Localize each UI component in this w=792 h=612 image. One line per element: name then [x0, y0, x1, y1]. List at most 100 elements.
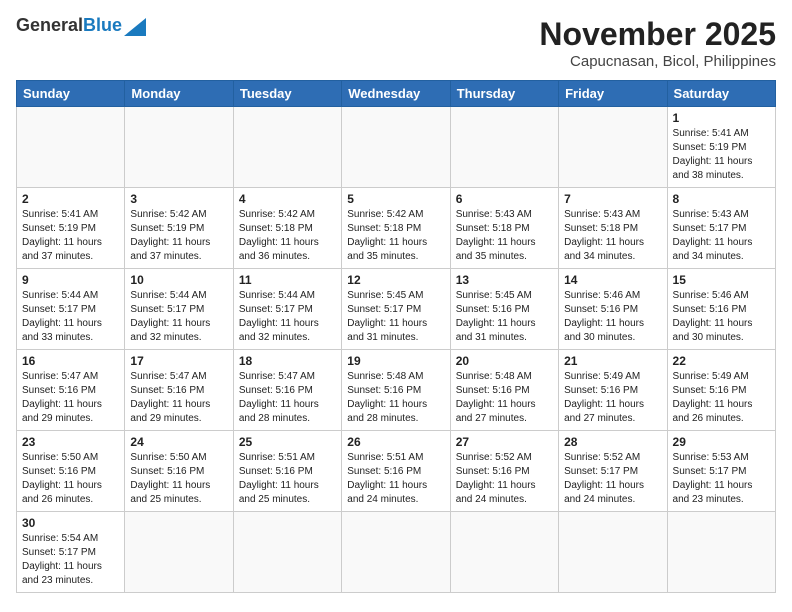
cell-sun-info: Sunrise: 5:52 AMSunset: 5:17 PMDaylight:…: [564, 451, 661, 507]
cell-sun-info: Sunrise: 5:53 AMSunset: 5:17 PMDaylight:…: [673, 451, 770, 507]
weekday-header-saturday: Saturday: [667, 81, 775, 107]
weekday-header-sunday: Sunday: [17, 81, 125, 107]
calendar-cell: 22 Sunrise: 5:49 AMSunset: 5:16 PMDayligh…: [667, 350, 775, 431]
day-number: 13: [456, 273, 553, 287]
logo-text: GeneralBlue: [16, 16, 122, 36]
calendar-cell: [342, 512, 450, 593]
week-row-6: 30 Sunrise: 5:54 AMSunset: 5:17 PMDayligh…: [17, 512, 776, 593]
day-number: 3: [130, 192, 227, 206]
calendar-cell: 7Sunrise: 5:43 AMSunset: 5:18 PMDaylight…: [559, 188, 667, 269]
cell-sun-info: Sunrise: 5:52 AMSunset: 5:16 PMDaylight:…: [456, 451, 553, 507]
day-number: 12: [347, 273, 444, 287]
day-number: 1: [673, 111, 770, 125]
weekday-header-tuesday: Tuesday: [233, 81, 341, 107]
cell-sun-info: Sunrise: 5:47 AMSunset: 5:16 PMDaylight:…: [239, 370, 336, 426]
cell-sun-info: Sunrise: 5:54 AMSunset: 5:17 PMDaylight:…: [22, 532, 119, 588]
calendar-cell: 28Sunrise: 5:52 AMSunset: 5:17 PMDayligh…: [559, 431, 667, 512]
calendar-cell: 17 Sunrise: 5:47 AMSunset: 5:16 PMDayligh…: [125, 350, 233, 431]
cell-sun-info: Sunrise: 5:47 AMSunset: 5:16 PMDaylight:…: [130, 370, 227, 426]
calendar-cell: [342, 107, 450, 188]
cell-sun-info: Sunrise: 5:49 AMSunset: 5:16 PMDaylight:…: [564, 370, 661, 426]
day-number: 30: [22, 516, 119, 530]
cell-sun-info: Sunrise: 5:44 AMSunset: 5:17 PMDaylight:…: [130, 289, 227, 345]
cell-sun-info: Sunrise: 5:46 AMSunset: 5:16 PMDaylight:…: [673, 289, 770, 345]
header: GeneralBlue November 2025 Capucnasan, Bi…: [16, 16, 776, 70]
weekday-header-monday: Monday: [125, 81, 233, 107]
calendar-table: SundayMondayTuesdayWednesdayThursdayFrid…: [16, 80, 776, 593]
day-number: 8: [673, 192, 770, 206]
day-number: 25: [239, 435, 336, 449]
title-area: November 2025 Capucnasan, Bicol, Philipp…: [539, 16, 776, 70]
calendar-cell: 15 Sunrise: 5:46 AMSunset: 5:16 PMDayligh…: [667, 269, 775, 350]
day-number: 11: [239, 273, 336, 287]
cell-sun-info: Sunrise: 5:51 AMSunset: 5:16 PMDaylight:…: [239, 451, 336, 507]
calendar-cell: 11 Sunrise: 5:44 AMSunset: 5:17 PMDayligh…: [233, 269, 341, 350]
week-row-3: 9Sunrise: 5:44 AMSunset: 5:17 PMDaylight…: [17, 269, 776, 350]
weekday-header-row: SundayMondayTuesdayWednesdayThursdayFrid…: [17, 81, 776, 107]
cell-sun-info: Sunrise: 5:43 AMSunset: 5:18 PMDaylight:…: [456, 208, 553, 264]
day-number: 23: [22, 435, 119, 449]
cell-sun-info: Sunrise: 5:51 AMSunset: 5:16 PMDaylight:…: [347, 451, 444, 507]
cell-sun-info: Sunrise: 5:49 AMSunset: 5:16 PMDaylight:…: [673, 370, 770, 426]
calendar-cell: 30 Sunrise: 5:54 AMSunset: 5:17 PMDayligh…: [17, 512, 125, 593]
day-number: 6: [456, 192, 553, 206]
cell-sun-info: Sunrise: 5:43 AMSunset: 5:17 PMDaylight:…: [673, 208, 770, 264]
cell-sun-info: Sunrise: 5:42 AMSunset: 5:18 PMDaylight:…: [239, 208, 336, 264]
logo-blue: Blue: [83, 15, 122, 35]
cell-sun-info: Sunrise: 5:42 AMSunset: 5:18 PMDaylight:…: [347, 208, 444, 264]
calendar-cell: 25 Sunrise: 5:51 AMSunset: 5:16 PMDayligh…: [233, 431, 341, 512]
cell-sun-info: Sunrise: 5:44 AMSunset: 5:17 PMDaylight:…: [239, 289, 336, 345]
day-number: 26: [347, 435, 444, 449]
calendar-cell: [17, 107, 125, 188]
calendar-cell: 4Sunrise: 5:42 AMSunset: 5:18 PMDaylight…: [233, 188, 341, 269]
day-number: 29: [673, 435, 770, 449]
calendar-cell: [233, 107, 341, 188]
calendar-cell: 21 Sunrise: 5:49 AMSunset: 5:16 PMDayligh…: [559, 350, 667, 431]
calendar-cell: [667, 512, 775, 593]
calendar-cell: 16Sunrise: 5:47 AMSunset: 5:16 PMDayligh…: [17, 350, 125, 431]
cell-sun-info: Sunrise: 5:41 AMSunset: 5:19 PMDaylight:…: [673, 127, 770, 183]
week-row-4: 16Sunrise: 5:47 AMSunset: 5:16 PMDayligh…: [17, 350, 776, 431]
calendar-cell: 5 Sunrise: 5:42 AMSunset: 5:18 PMDaylight…: [342, 188, 450, 269]
cell-sun-info: Sunrise: 5:50 AMSunset: 5:16 PMDaylight:…: [22, 451, 119, 507]
cell-sun-info: Sunrise: 5:42 AMSunset: 5:19 PMDaylight:…: [130, 208, 227, 264]
calendar-cell: 27 Sunrise: 5:52 AMSunset: 5:16 PMDayligh…: [450, 431, 558, 512]
week-row-5: 23 Sunrise: 5:50 AMSunset: 5:16 PMDayligh…: [17, 431, 776, 512]
logo-general: General: [16, 15, 83, 35]
cell-sun-info: Sunrise: 5:45 AMSunset: 5:17 PMDaylight:…: [347, 289, 444, 345]
calendar-cell: [125, 512, 233, 593]
day-number: 7: [564, 192, 661, 206]
day-number: 2: [22, 192, 119, 206]
weekday-header-friday: Friday: [559, 81, 667, 107]
cell-sun-info: Sunrise: 5:46 AMSunset: 5:16 PMDaylight:…: [564, 289, 661, 345]
calendar-cell: 14 Sunrise: 5:46 AMSunset: 5:16 PMDayligh…: [559, 269, 667, 350]
calendar-cell: 6 Sunrise: 5:43 AMSunset: 5:18 PMDaylight…: [450, 188, 558, 269]
calendar-cell: 26 Sunrise: 5:51 AMSunset: 5:16 PMDayligh…: [342, 431, 450, 512]
cell-sun-info: Sunrise: 5:50 AMSunset: 5:16 PMDaylight:…: [130, 451, 227, 507]
calendar-cell: [559, 512, 667, 593]
calendar-cell: 19Sunrise: 5:48 AMSunset: 5:16 PMDayligh…: [342, 350, 450, 431]
day-number: 18: [239, 354, 336, 368]
calendar-cell: 3 Sunrise: 5:42 AMSunset: 5:19 PMDaylight…: [125, 188, 233, 269]
day-number: 17: [130, 354, 227, 368]
calendar-cell: 12 Sunrise: 5:45 AMSunset: 5:17 PMDayligh…: [342, 269, 450, 350]
day-number: 5: [347, 192, 444, 206]
day-number: 22: [673, 354, 770, 368]
weekday-header-wednesday: Wednesday: [342, 81, 450, 107]
calendar-cell: [559, 107, 667, 188]
calendar-cell: 29 Sunrise: 5:53 AMSunset: 5:17 PMDayligh…: [667, 431, 775, 512]
calendar-cell: 9Sunrise: 5:44 AMSunset: 5:17 PMDaylight…: [17, 269, 125, 350]
day-number: 19: [347, 354, 444, 368]
day-number: 20: [456, 354, 553, 368]
day-number: 21: [564, 354, 661, 368]
week-row-1: 1 Sunrise: 5:41 AMSunset: 5:19 PMDaylight…: [17, 107, 776, 188]
cell-sun-info: Sunrise: 5:44 AMSunset: 5:17 PMDaylight:…: [22, 289, 119, 345]
day-number: 14: [564, 273, 661, 287]
day-number: 15: [673, 273, 770, 287]
calendar-cell: 1 Sunrise: 5:41 AMSunset: 5:19 PMDaylight…: [667, 107, 775, 188]
calendar-cell: [233, 512, 341, 593]
day-number: 10: [130, 273, 227, 287]
day-number: 27: [456, 435, 553, 449]
calendar-cell: 23 Sunrise: 5:50 AMSunset: 5:16 PMDayligh…: [17, 431, 125, 512]
week-row-2: 2Sunrise: 5:41 AMSunset: 5:19 PMDaylight…: [17, 188, 776, 269]
